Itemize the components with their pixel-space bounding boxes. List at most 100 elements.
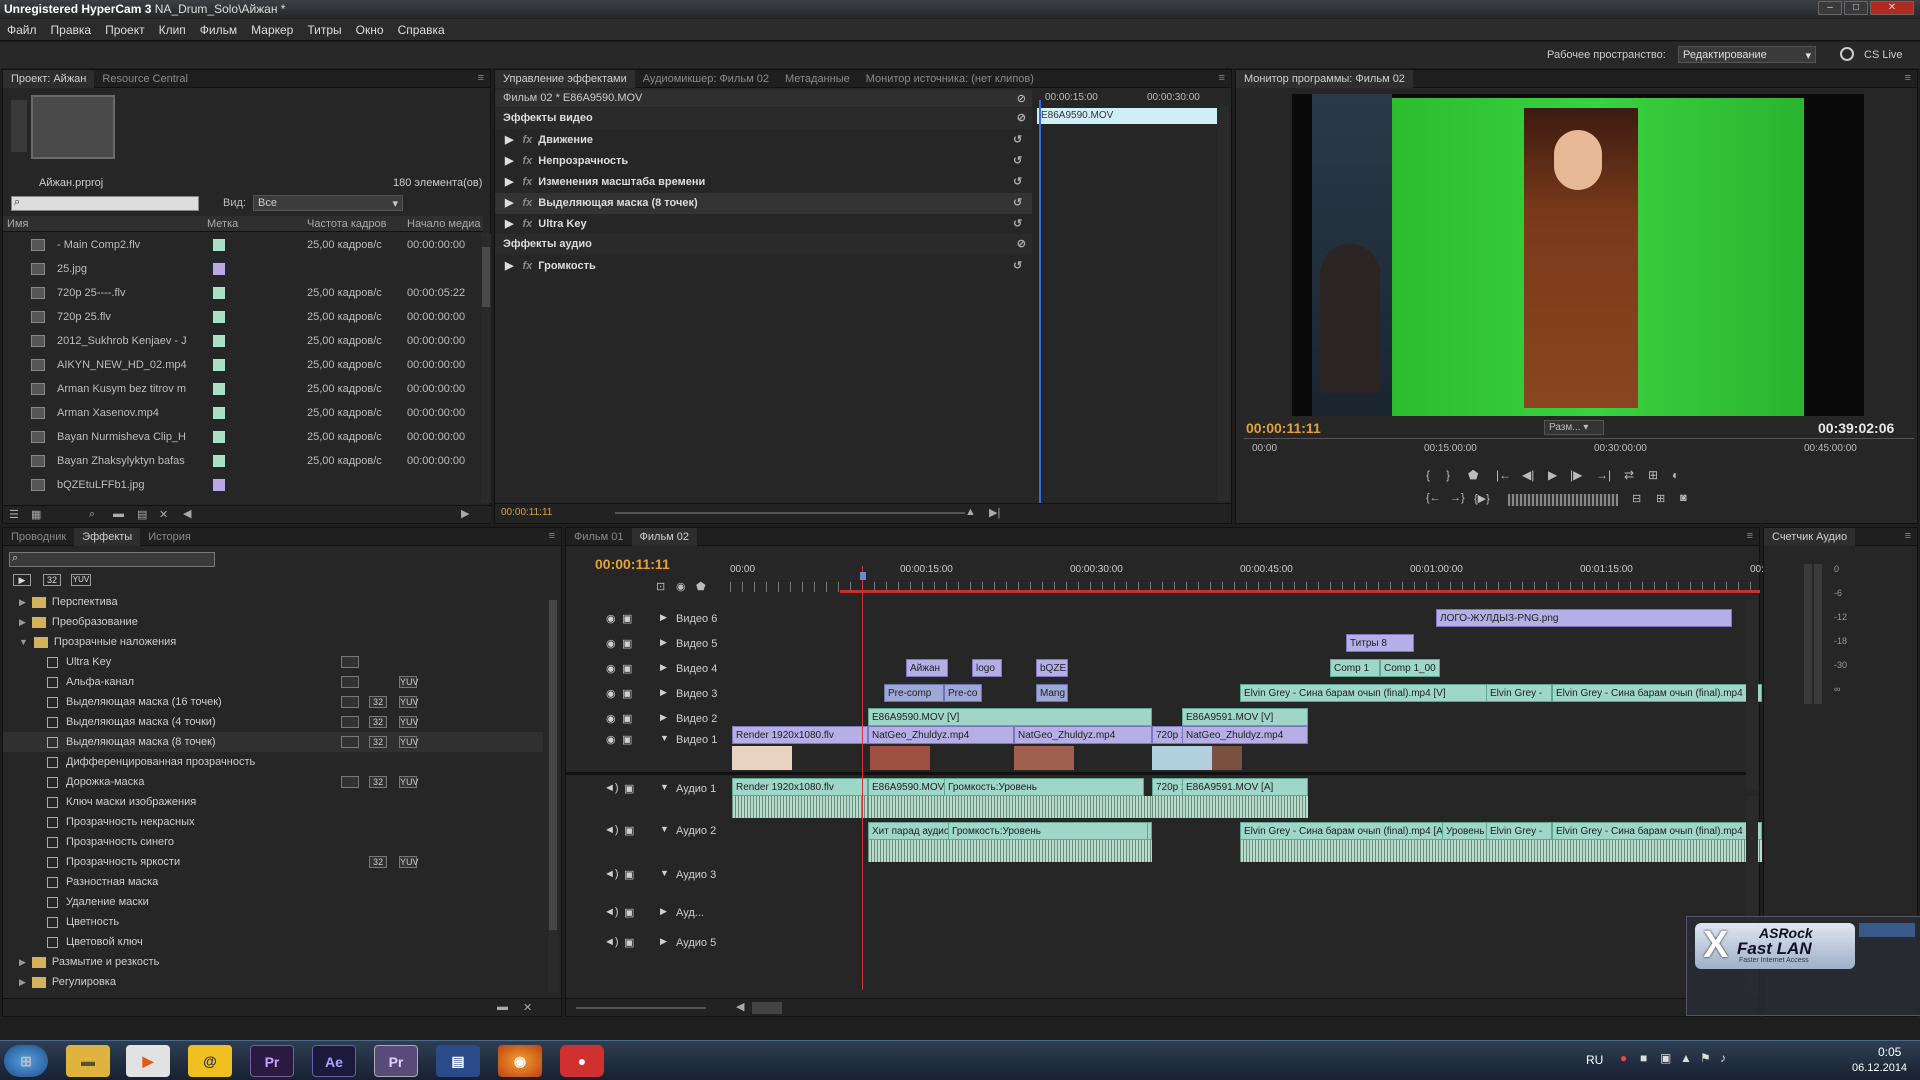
after-effects-icon[interactable]: Ae: [312, 1045, 356, 1077]
safe-margins-icon[interactable]: ⊞: [1648, 468, 1658, 482]
timeline-clip[interactable]: Elvin Grey - Сина барам очып (final).mp4: [1552, 822, 1762, 840]
effect-folder[interactable]: ▼ Прозрачные наложения: [3, 632, 543, 652]
timeline-ruler[interactable]: 00:00 00:00:15:00 00:00:30:00 00:00:45:00 00…: [730, 560, 1803, 596]
toggle-icon[interactable]: ⊘: [1017, 234, 1026, 255]
play-icon[interactable]: ▶: [1548, 468, 1557, 482]
expand-icon[interactable]: ▶: [660, 637, 667, 648]
export-frame-icon[interactable]: ◙: [1680, 492, 1687, 504]
timeline-clip[interactable]: NatGeo_Zhuldyz.mp4: [1014, 726, 1152, 744]
project-search-input[interactable]: ⌕: [11, 196, 199, 211]
list-item[interactable]: 720p 25.flv 25,00 кадров/с 00:00:00:00: [3, 305, 481, 329]
fx-icon[interactable]: fx: [523, 197, 533, 209]
lock-icon[interactable]: ▣: [622, 687, 632, 700]
flag-icon[interactable]: ⚑: [1700, 1051, 1711, 1065]
view-select[interactable]: Все ▾: [253, 195, 403, 211]
effect-item[interactable]: Дифференцированная прозрачность: [3, 752, 543, 772]
fx-zoom-slider[interactable]: [615, 512, 965, 514]
lock-icon[interactable]: ▣: [624, 906, 634, 919]
effect-item[interactable]: Ключ маски изображения: [3, 792, 543, 812]
col-media-start[interactable]: Начало медиа: [407, 218, 481, 230]
timeline-clip[interactable]: Elvin Grey -: [1486, 822, 1552, 840]
reset-icon[interactable]: ↺: [1013, 193, 1022, 214]
effect-folder[interactable]: ▶ Преобразование: [3, 612, 543, 632]
record-icon[interactable]: ●: [1620, 1051, 1627, 1065]
lock-icon[interactable]: ▣: [624, 782, 634, 795]
panel-menu-icon[interactable]: ≡: [1747, 530, 1753, 542]
stop-icon[interactable]: ■: [1640, 1051, 1647, 1065]
timeline-clip[interactable]: Elvin Grey -: [1486, 684, 1552, 702]
delete-icon[interactable]: ✕: [159, 508, 168, 521]
reset-icon[interactable]: ↺: [1013, 130, 1022, 151]
effect-folder[interactable]: ▶ Перспектива: [3, 592, 543, 612]
expand-icon[interactable]: ▶: [19, 597, 26, 607]
yuv-filter-icon[interactable]: YUV: [71, 574, 91, 586]
effect-item[interactable]: Цветность: [3, 912, 543, 932]
tab-sequence-01[interactable]: Фильм 01: [566, 528, 632, 546]
expand-icon[interactable]: ▼: [660, 733, 669, 743]
panel-menu-icon[interactable]: ≡: [1905, 530, 1911, 542]
fx-playhead[interactable]: [1039, 100, 1041, 520]
messenger-icon[interactable]: @: [188, 1045, 232, 1077]
marker-icon[interactable]: ⬟: [1468, 468, 1478, 482]
tab-metadata[interactable]: Метаданные: [777, 70, 858, 88]
timeline-timecode[interactable]: 00:00:11:11: [595, 556, 670, 572]
save-app-icon[interactable]: ▤: [436, 1045, 480, 1077]
fx-scrollbar[interactable]: [1217, 106, 1229, 501]
loop-icon[interactable]: ⇄: [1624, 468, 1634, 482]
premiere-active-icon[interactable]: Pr: [374, 1045, 418, 1077]
fit-select[interactable]: Разм... ▾: [1544, 420, 1604, 435]
col-label[interactable]: Метка: [207, 218, 238, 230]
clock-date[interactable]: 06.12.2014: [1852, 1062, 1907, 1074]
timeline-clip[interactable]: E86A9591.MOV [V]: [1182, 708, 1308, 726]
effect-item[interactable]: Выделяющая маска (8 точек) 32 YUV: [3, 732, 543, 752]
timeline-clip[interactable]: Elvin Grey - Сина барам очып (final).mp4: [1552, 684, 1762, 702]
menu-file[interactable]: Файл: [0, 19, 44, 37]
scroll-left-icon[interactable]: ◀: [736, 1000, 744, 1013]
timeline-clip[interactable]: bQZE: [1036, 659, 1068, 677]
playhead-handle[interactable]: [860, 572, 866, 580]
timeline-clip[interactable]: NatGeo_Zhuldyz.mp4: [868, 726, 1014, 744]
expand-icon[interactable]: ▶: [660, 662, 667, 673]
speaker-icon[interactable]: ◄): [604, 868, 619, 880]
effect-row[interactable]: ▶ fx Ultra Key ↺: [495, 214, 1032, 235]
expand-icon[interactable]: ▶: [505, 260, 517, 272]
lock-icon[interactable]: ▣: [624, 868, 634, 881]
fx-timecode[interactable]: 00:00:11:11: [501, 507, 552, 518]
output-icon[interactable]: ◐: [1672, 468, 1679, 482]
expand-icon[interactable]: ▶: [19, 617, 26, 627]
start-button[interactable]: ⊞: [4, 1045, 48, 1077]
clock-time[interactable]: 0:05: [1878, 1045, 1901, 1059]
menu-window[interactable]: Окно: [349, 19, 391, 37]
expand-icon[interactable]: ▶: [660, 712, 667, 723]
transport-icon[interactable]: ▶|: [989, 506, 1000, 519]
camera-icon[interactable]: ▣: [1660, 1051, 1671, 1065]
preview-play-icon[interactable]: [11, 100, 27, 152]
new-bin-icon[interactable]: ▬: [497, 1001, 508, 1013]
tab-audio-mixer[interactable]: Аудиомикшер: Фильм 02: [635, 70, 777, 88]
panel-menu-icon[interactable]: ≡: [549, 530, 555, 542]
go-to-out-icon[interactable]: →|: [1596, 468, 1611, 482]
menu-sequence[interactable]: Фильм: [193, 19, 244, 37]
timeline-hscroll-thumb[interactable]: [752, 1002, 782, 1014]
delete-icon[interactable]: ✕: [523, 1001, 532, 1014]
timeline-zoom-slider[interactable]: [576, 1007, 706, 1009]
effect-item[interactable]: Ultra Key: [3, 652, 543, 672]
asrock-overlay[interactable]: ASRock Fast LAN Faster Internet Access X: [1686, 916, 1920, 1016]
list-item[interactable]: Bayan Nurmisheva Clip_H 25,00 кадров/с 00:…: [3, 425, 481, 449]
menu-edit[interactable]: Правка: [44, 19, 99, 37]
eye-icon[interactable]: ◉: [606, 733, 616, 746]
toggle-icon[interactable]: ⊘: [1017, 108, 1026, 129]
fx-icon[interactable]: fx: [523, 260, 533, 272]
effect-item[interactable]: Удаление маски: [3, 892, 543, 912]
language-indicator[interactable]: RU: [1586, 1053, 1603, 1067]
snap-icon[interactable]: ⊡: [656, 580, 665, 593]
tab-effect-controls[interactable]: Управление эффектами: [495, 70, 635, 88]
lock-icon[interactable]: ▣: [624, 936, 634, 949]
expand-icon[interactable]: ▶: [505, 218, 517, 230]
timeline-playhead[interactable]: [862, 566, 863, 990]
expand-icon[interactable]: ▶: [505, 176, 517, 188]
jog-shuttle[interactable]: [1508, 494, 1618, 506]
timeline-clip[interactable]: Comp 1_00: [1380, 659, 1440, 677]
effect-row[interactable]: ▶ fx Непрозрачность ↺: [495, 151, 1032, 172]
menu-help[interactable]: Справка: [391, 19, 452, 37]
